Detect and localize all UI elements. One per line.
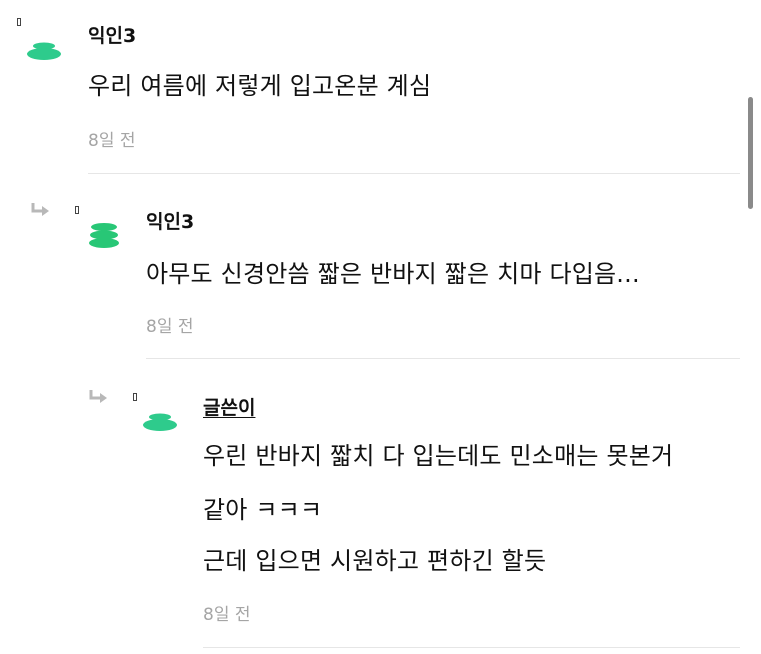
comment-time: 8일 전	[88, 131, 136, 151]
comment: 익인3 우리 여름에 저렇게 입고온분 계심 8일 전	[0, 0, 761, 175]
comment-divider	[203, 647, 740, 648]
scrollbar[interactable]	[748, 97, 753, 209]
reply-arrow-icon	[31, 203, 49, 216]
comment-time: 8일 전	[203, 605, 251, 625]
comment-text: 같아 ㅋㅋㅋ	[203, 496, 323, 524]
comment-divider	[88, 173, 740, 174]
comment-text: 근데 입으면 시원하고 편하긴 할듯	[203, 547, 547, 575]
comment-text: 우리 여름에 저렇게 입고온분 계심	[88, 72, 432, 100]
avatar-stack-icon	[89, 223, 119, 248]
comment-text: 아무도 신경안씀 짧은 반바지 짧은 치마 다입음...	[146, 260, 640, 288]
comment-time: 8일 전	[146, 317, 194, 337]
avatar-icon	[27, 42, 61, 60]
comment-author[interactable]: 익인3	[146, 207, 194, 234]
reply-arrow-icon	[89, 390, 107, 403]
avatar-icon	[143, 413, 177, 431]
comment-text: 우린 반바지 짧치 다 입는데도 민소매는 못본거	[203, 442, 674, 470]
comment-author[interactable]: 익인3	[88, 21, 136, 48]
op-author[interactable]: 글쓴이	[203, 393, 255, 420]
reply-comment: 글쓴이 우린 반바지 짧치 다 입는데도 민소매는 못본거 같아 ㅋㅋㅋ 근데 …	[0, 360, 761, 654]
comment-marker	[17, 18, 21, 26]
comment-marker	[133, 393, 137, 401]
comment-divider	[146, 358, 740, 359]
reply-comment: 익인3 아무도 신경안씀 짧은 반바지 짧은 치마 다입음... 8일 전	[0, 175, 761, 360]
comment-marker	[75, 206, 79, 214]
